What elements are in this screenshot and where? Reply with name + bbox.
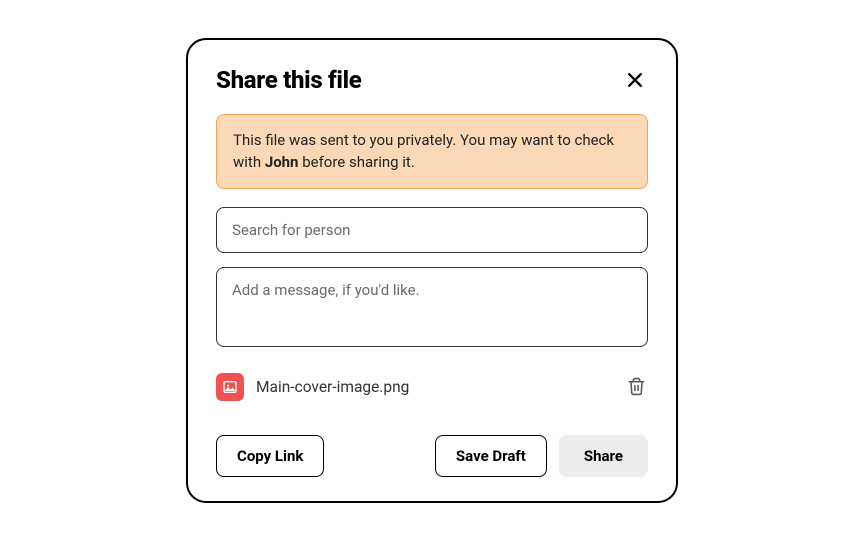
modal-title: Share this file	[216, 66, 361, 94]
share-modal: Share this file This file was sent to yo…	[186, 38, 678, 503]
warning-text-bold: John	[265, 153, 299, 171]
search-input[interactable]	[216, 207, 648, 253]
share-button[interactable]: Share	[559, 435, 648, 477]
copy-link-button[interactable]: Copy Link	[216, 435, 324, 477]
close-icon	[625, 70, 645, 90]
modal-header: Share this file	[216, 66, 648, 94]
close-button[interactable]	[622, 67, 648, 93]
footer-right: Save Draft Share	[435, 435, 648, 477]
warning-banner: This file was sent to you privately. You…	[216, 114, 648, 189]
save-draft-button[interactable]: Save Draft	[435, 435, 547, 477]
attachment-filename: Main-cover-image.png	[256, 378, 613, 396]
modal-footer: Copy Link Save Draft Share	[216, 435, 648, 477]
image-file-icon	[216, 373, 244, 401]
trash-icon	[627, 377, 646, 396]
attachment-row: Main-cover-image.png	[216, 373, 648, 401]
warning-text-suffix: before sharing it.	[298, 153, 414, 171]
message-textarea[interactable]	[216, 267, 648, 347]
delete-attachment-button[interactable]	[625, 375, 648, 398]
